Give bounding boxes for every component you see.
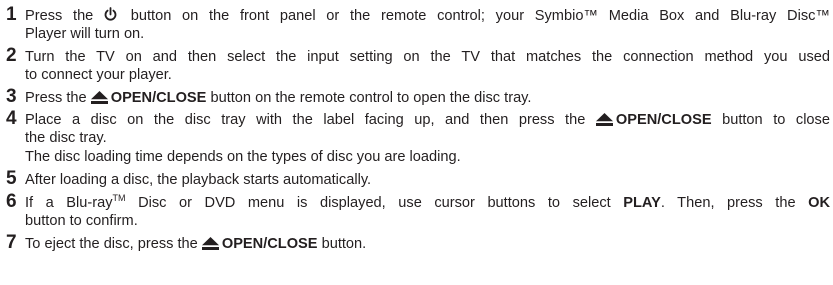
step-4-line-2: the disc tray. bbox=[25, 130, 107, 146]
step-number: 3 bbox=[6, 86, 17, 107]
open-close-button-label: OPEN/CLOSE bbox=[615, 112, 712, 128]
eject-icon bbox=[90, 91, 108, 104]
eject-icon bbox=[201, 237, 219, 250]
step-text: Disc or DVD menu is displayed, use curso… bbox=[138, 195, 611, 211]
step-text: If a Blu-ray bbox=[25, 195, 113, 211]
step-1-line-1: Press the button on the front panel or t… bbox=[25, 7, 830, 25]
step-2-line-2: to connect your player. bbox=[25, 67, 172, 83]
step-3-line-1: Press the OPEN/CLOSE button on the remot… bbox=[25, 89, 830, 107]
ok-label: OK bbox=[808, 195, 830, 211]
step-number: 6 bbox=[6, 191, 17, 212]
step-1-line-2: Player will turn on. bbox=[25, 26, 145, 42]
step-2-line-1: Turn the TV on and then select the input… bbox=[25, 49, 830, 65]
step-number: 2 bbox=[6, 45, 17, 66]
step-text: button on the remote control to open the… bbox=[210, 90, 532, 106]
step-text: button to close bbox=[722, 112, 830, 128]
step-6-line-2: button to confirm. bbox=[25, 213, 138, 229]
step-7-line-1: To eject the disc, press the OPEN/CLOSE … bbox=[25, 235, 830, 253]
step-text: button. bbox=[321, 236, 367, 252]
step-4-note: The disc loading time depends on the typ… bbox=[25, 149, 461, 165]
open-close-button-label: OPEN/CLOSE bbox=[110, 90, 207, 106]
step-text: Place a disc on the disc tray with the l… bbox=[25, 112, 586, 128]
step-text: Press the bbox=[25, 90, 87, 106]
eject-icon bbox=[595, 113, 613, 126]
trademark-superscript: TM bbox=[112, 193, 126, 203]
step-number: 7 bbox=[6, 232, 17, 253]
power-icon bbox=[104, 7, 117, 22]
instruction-steps: 1 Press the button on the front panel or… bbox=[0, 0, 833, 285]
step-text: . Then, press the bbox=[660, 195, 796, 211]
step-number: 1 bbox=[6, 4, 17, 25]
step-text: Press the bbox=[25, 8, 94, 24]
play-label: PLAY bbox=[623, 195, 661, 211]
step-5-line-1: After loading a disc, the playback start… bbox=[25, 172, 372, 188]
step-4-line-1: Place a disc on the disc tray with the l… bbox=[25, 111, 830, 129]
step-6-line-1: If a Blu-rayTM Disc or DVD menu is displ… bbox=[25, 194, 830, 212]
step-text: button on the front panel or the remote … bbox=[130, 8, 831, 24]
step-number: 5 bbox=[6, 168, 17, 189]
open-close-button-label: OPEN/CLOSE bbox=[221, 236, 318, 252]
step-number: 4 bbox=[6, 108, 17, 129]
step-text: To eject the disc, press the bbox=[25, 236, 198, 252]
